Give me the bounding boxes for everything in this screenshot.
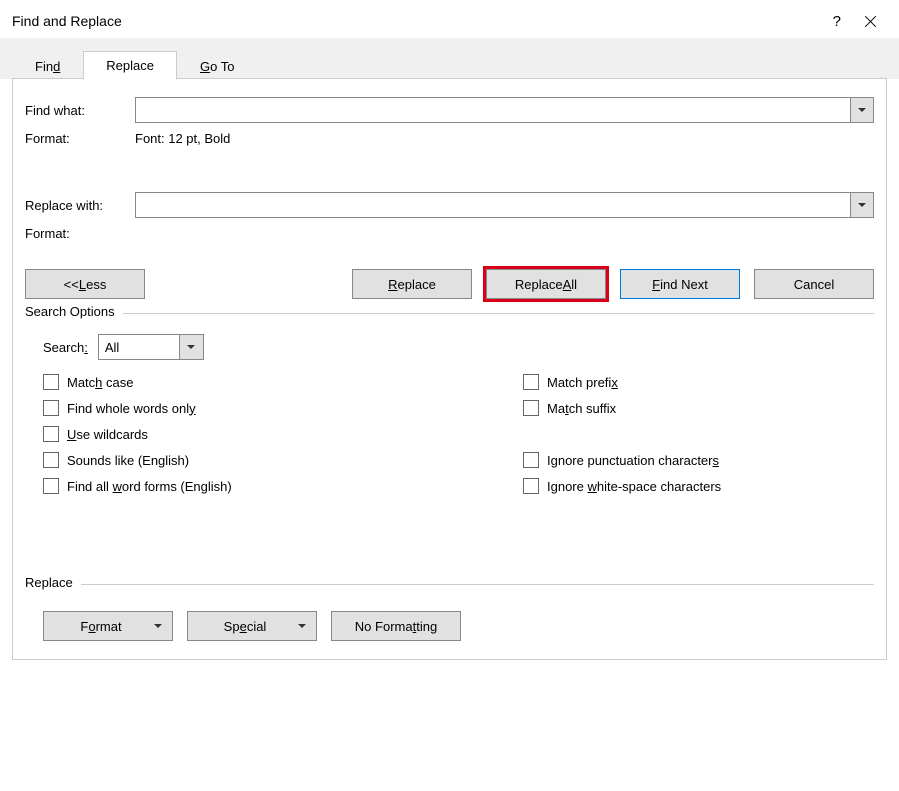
search-direction-label: Search: xyxy=(43,340,88,355)
search-options-fieldset: Search Options Search: All Match case Fi… xyxy=(25,313,874,641)
less-button[interactable]: << Less xyxy=(25,269,145,299)
checkbox-icon xyxy=(43,374,59,390)
find-what-label: Find what: xyxy=(25,103,135,118)
sounds-like-checkbox[interactable]: Sounds like (English) xyxy=(43,452,523,468)
find-format-label: Format: xyxy=(25,131,135,146)
checkbox-icon xyxy=(43,426,59,442)
search-options-legend: Search Options xyxy=(25,304,123,319)
tab-replace[interactable]: Replace xyxy=(83,51,177,80)
replace-button[interactable]: Replace xyxy=(352,269,472,299)
replace-all-button[interactable]: Replace All xyxy=(486,269,606,299)
replace-fieldset: Replace Format Special No Formatting xyxy=(25,584,874,641)
caret-down-icon xyxy=(298,624,306,628)
ignore-punct-checkbox[interactable]: Ignore punctuation characters xyxy=(523,452,874,468)
find-what-input[interactable] xyxy=(135,97,851,123)
find-what-dropdown[interactable] xyxy=(850,97,874,123)
chevron-down-icon xyxy=(858,203,866,207)
search-direction-value: All xyxy=(99,340,179,355)
dialog-title: Find and Replace xyxy=(12,13,122,29)
whole-words-checkbox[interactable]: Find whole words only xyxy=(43,400,523,416)
dialog-content: Find what: Format: Font: 12 pt, Bold Rep… xyxy=(12,78,887,660)
search-direction-select[interactable]: All xyxy=(98,334,204,360)
replace-legend: Replace xyxy=(25,575,81,590)
titlebar-controls: ? xyxy=(833,13,887,30)
checkbox-icon xyxy=(523,374,539,390)
replace-format-label: Format: xyxy=(25,226,135,241)
tab-strip: Find Replace Go To xyxy=(0,38,899,79)
no-formatting-button[interactable]: No Formatting xyxy=(331,611,461,641)
checkbox-icon xyxy=(43,478,59,494)
help-icon[interactable]: ? xyxy=(833,13,841,30)
cancel-button[interactable]: Cancel xyxy=(754,269,874,299)
special-button[interactable]: Special xyxy=(187,611,317,641)
wildcards-checkbox[interactable]: Use wildcards xyxy=(43,426,523,442)
tab-find[interactable]: Find xyxy=(12,52,83,80)
checkbox-icon xyxy=(523,478,539,494)
find-format-value: Font: 12 pt, Bold xyxy=(135,131,230,146)
search-direction-dropdown-btn[interactable] xyxy=(179,335,203,359)
ignore-ws-checkbox[interactable]: Ignore white-space characters xyxy=(523,478,874,494)
caret-down-icon xyxy=(154,624,162,628)
tab-goto[interactable]: Go To xyxy=(177,52,257,80)
checkbox-icon xyxy=(43,400,59,416)
checkbox-icon xyxy=(523,452,539,468)
title-bar: Find and Replace ? xyxy=(0,0,899,38)
word-forms-checkbox[interactable]: Find all word forms (English) xyxy=(43,478,523,494)
match-suffix-checkbox[interactable]: Match suffix xyxy=(523,400,874,416)
replace-with-input[interactable] xyxy=(135,192,851,218)
find-next-button[interactable]: Find Next xyxy=(620,269,740,299)
match-case-checkbox[interactable]: Match case xyxy=(43,374,523,390)
match-prefix-checkbox[interactable]: Match prefix xyxy=(523,374,874,390)
checkbox-icon xyxy=(523,400,539,416)
format-button[interactable]: Format xyxy=(43,611,173,641)
replace-with-dropdown[interactable] xyxy=(850,192,874,218)
checkbox-icon xyxy=(43,452,59,468)
chevron-down-icon xyxy=(187,345,195,349)
replace-with-label: Replace with: xyxy=(25,198,135,213)
chevron-down-icon xyxy=(858,108,866,112)
close-icon[interactable] xyxy=(863,13,879,29)
